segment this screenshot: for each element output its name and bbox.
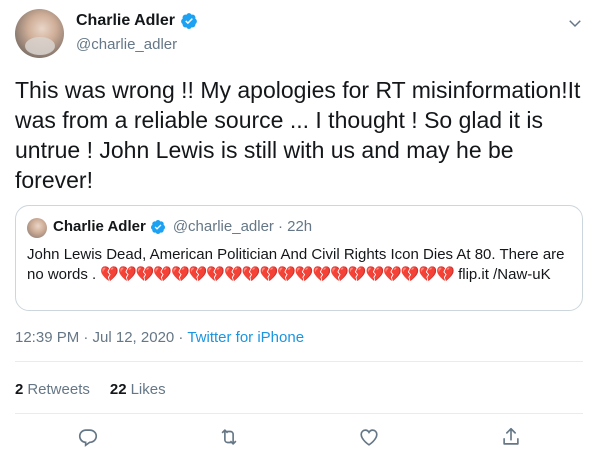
quoted-author-avatar bbox=[27, 218, 47, 238]
broken-heart-emojis: 💔💔💔💔💔💔💔💔💔💔💔💔💔💔💔💔💔💔💔💔 bbox=[100, 266, 455, 283]
tweet-source-link[interactable]: Twitter for iPhone bbox=[187, 329, 304, 346]
reply-icon[interactable] bbox=[77, 426, 99, 448]
quoted-text-after: flip.it /Naw-uK bbox=[453, 266, 551, 283]
author-name-row[interactable]: Charlie Adler bbox=[76, 12, 198, 30]
tweet-timestamp[interactable]: 12:39 PM · Jul 12, 2020 bbox=[15, 329, 174, 346]
engagement-stats: 2 Retweets 22 Likes bbox=[15, 381, 166, 398]
quoted-tweet-text: John Lewis Dead, American Politician And… bbox=[27, 245, 575, 285]
quoted-tweet[interactable]: Charlie Adler @charlie_adler · 22h John … bbox=[15, 205, 583, 311]
retweets-stat[interactable]: 2 Retweets bbox=[15, 381, 90, 398]
action-bar bbox=[0, 426, 598, 454]
quoted-author-row: Charlie Adler @charlie_adler · 22h bbox=[53, 218, 312, 235]
quoted-tweet-time: · 22h bbox=[277, 218, 313, 235]
quoted-author-handle: @charlie_adler bbox=[172, 218, 274, 235]
retweets-count: 2 bbox=[15, 381, 24, 398]
quoted-author-name: Charlie Adler bbox=[53, 218, 146, 235]
retweets-label: Retweets bbox=[27, 381, 90, 398]
verified-badge-icon bbox=[150, 219, 166, 235]
likes-label: Likes bbox=[130, 381, 166, 398]
heart-icon[interactable] bbox=[358, 426, 380, 448]
author-display-name[interactable]: Charlie Adler bbox=[76, 12, 175, 30]
chevron-down-icon[interactable] bbox=[566, 14, 584, 32]
divider bbox=[15, 361, 583, 362]
retweet-icon[interactable] bbox=[218, 426, 240, 448]
tweet-meta: 12:39 PM · Jul 12, 2020 · Twitter for iP… bbox=[15, 329, 304, 346]
meta-separator: · bbox=[174, 329, 188, 346]
author-handle[interactable]: @charlie_adler bbox=[76, 36, 177, 53]
author-avatar[interactable] bbox=[15, 9, 64, 58]
share-icon[interactable] bbox=[500, 426, 522, 448]
verified-badge-icon bbox=[180, 12, 198, 30]
likes-stat[interactable]: 22 Likes bbox=[110, 381, 166, 398]
likes-count: 22 bbox=[109, 381, 127, 398]
tweet-text: This was wrong !! My apologies for RT mi… bbox=[15, 77, 581, 193]
divider bbox=[15, 413, 583, 414]
